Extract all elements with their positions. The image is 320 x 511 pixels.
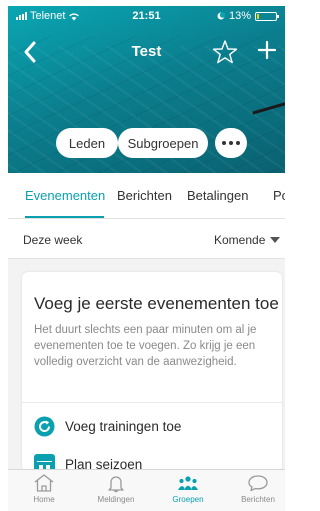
tabbar-notifications[interactable]: Meldingen: [86, 473, 146, 504]
members-label: Leden: [68, 135, 106, 151]
bell-icon: [108, 476, 124, 493]
group-header: Telenet 21:51 13% Test Leden Subgroepen: [8, 6, 285, 173]
home-icon: [34, 474, 54, 492]
status-bar: Telenet 21:51 13%: [8, 6, 285, 24]
add-trainings-label: Voeg trainingen toe: [65, 419, 182, 434]
upcoming-dropdown-label: Komende: [214, 233, 266, 247]
tabbar-messages[interactable]: Berichten: [228, 473, 285, 504]
divider: [22, 402, 282, 403]
tabbar-notifications-label: Meldingen: [97, 495, 135, 504]
content-tabs: Evenementen Berichten Betalingen Pol: [8, 173, 285, 219]
active-tab-indicator: [25, 216, 104, 218]
frame-top: [0, 0, 293, 6]
tab-berichten[interactable]: Berichten: [117, 188, 172, 203]
upcoming-dropdown[interactable]: Komende: [214, 233, 281, 247]
frame-right: [285, 0, 293, 511]
page-title: Test: [131, 43, 162, 60]
battery-percentage: 13%: [228, 10, 251, 22]
plus-icon[interactable]: [256, 39, 278, 61]
tabbar-messages-label: Berichten: [241, 495, 275, 504]
caret-down-icon: [270, 237, 281, 243]
add-trainings-button[interactable]: Voeg trainingen toe: [34, 416, 181, 437]
subgroups-label: Subgroepen: [127, 135, 199, 151]
tab-evenementen[interactable]: Evenementen: [25, 188, 105, 203]
refresh-circle-icon: [34, 416, 55, 437]
card-title: Voeg je eerste evenementen toe: [34, 294, 279, 313]
status-right: 13%: [217, 10, 279, 22]
filter-bar: Deze week Komende: [8, 219, 285, 259]
moon-icon: [217, 12, 225, 20]
star-icon[interactable]: [212, 39, 238, 65]
tab-polls[interactable]: Pol: [273, 188, 285, 203]
subgroups-button[interactable]: Subgroepen: [118, 128, 208, 158]
tabbar-home-label: Home: [33, 495, 55, 504]
frame-left: [0, 0, 8, 511]
tabbar-home[interactable]: Home: [14, 473, 74, 504]
battery-fill: [257, 13, 259, 19]
more-options-button[interactable]: [215, 128, 247, 158]
bottom-tab-bar: Home Meldingen Groepen Berichten: [8, 469, 285, 511]
period-label: Deze week: [23, 233, 83, 247]
members-button[interactable]: Leden: [56, 128, 118, 158]
empty-events-card: Voeg je eerste evenementen toe Het duurt…: [22, 272, 282, 475]
card-description: Het duurt slechts een paar minuten om al…: [34, 324, 257, 368]
tab-betalingen[interactable]: Betalingen: [187, 188, 248, 203]
phone-screen: Telenet 21:51 13% Test Leden Subgroepen …: [8, 6, 285, 511]
battery-icon: [255, 11, 279, 21]
tabbar-groups-label: Groepen: [172, 495, 204, 504]
groups-icon: [178, 476, 198, 490]
chat-bubble-icon: [248, 475, 268, 492]
tabbar-groups[interactable]: Groepen: [158, 473, 218, 504]
ellipsis-icon: [222, 141, 240, 145]
